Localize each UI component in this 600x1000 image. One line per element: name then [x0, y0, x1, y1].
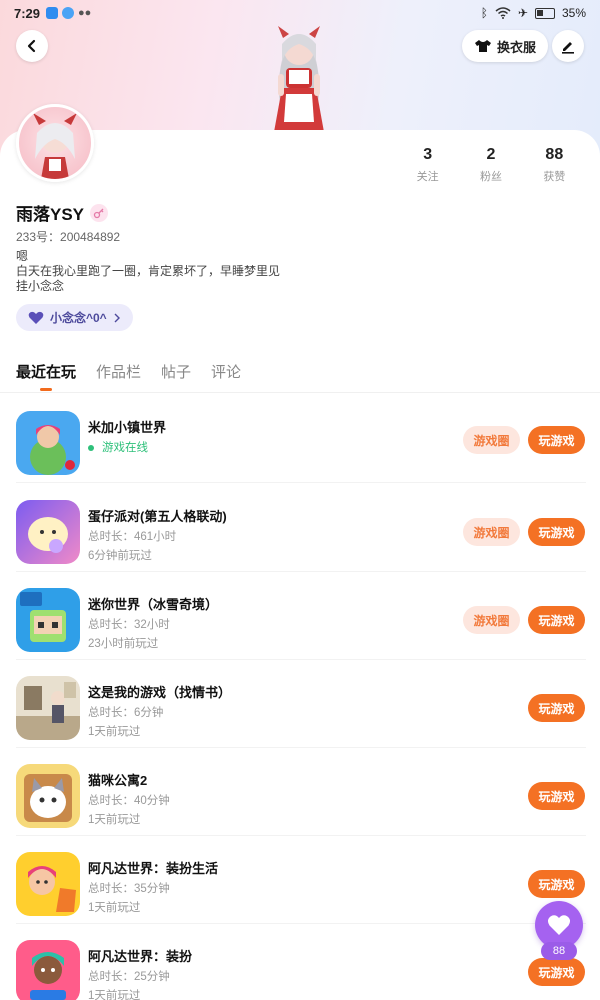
game-title: 米加小镇世界: [88, 420, 167, 435]
avatar-image: [33, 113, 77, 179]
key-icon: [93, 208, 104, 218]
airplane-icon: ✈: [517, 6, 528, 20]
stat-label: 关注: [416, 171, 439, 183]
change-outfit-button[interactable]: 换衣服: [462, 30, 549, 62]
game-last-played: 1天前玩过: [88, 902, 141, 914]
divider: [0, 392, 600, 393]
heart-icon: [547, 915, 571, 935]
3d-avatar-figure: [274, 26, 324, 132]
heart-icon: [28, 311, 44, 324]
game-title: 这是我的游戏（找情书）: [88, 685, 232, 700]
stat-likes[interactable]: 88 获赞: [523, 146, 586, 184]
stat-number: 3: [423, 146, 433, 163]
game-last-played: 6分钟前玩过: [88, 550, 152, 562]
status-time: 7:29: [14, 5, 41, 21]
game-icon: [16, 676, 80, 740]
play-game-button[interactable]: 玩游戏: [528, 870, 585, 898]
chevron-right-icon: [114, 313, 120, 322]
game-icon: [16, 588, 80, 652]
game-playtime: 总时长：6分钟: [88, 707, 164, 719]
chevron-left-icon: [27, 39, 36, 53]
game-icon: [16, 764, 80, 828]
game-last-played: 23小时前玩过: [88, 638, 159, 650]
wechat-icon: ●●: [78, 7, 92, 19]
notification-app-icon: [62, 7, 75, 19]
game-row[interactable]: 阿凡达世界：装扮生活 总时长：35分钟 1天前玩过 玩游戏: [16, 836, 586, 924]
tshirt-icon: [475, 40, 491, 52]
play-game-button[interactable]: 玩游戏: [528, 606, 585, 634]
game-row[interactable]: 阿凡达世界：装扮 总时长：25分钟 1天前玩过 玩游戏: [16, 924, 586, 1000]
game-title: 阿凡达世界：装扮生活: [88, 861, 219, 876]
online-dot-icon: [88, 444, 94, 451]
bio: 嗯 白天在我心里跑了一圈，肯定累坏了，早睡梦里见 挂小念念: [16, 249, 280, 294]
battery-icon: [534, 7, 555, 19]
game-playtime: 总时长：35分钟: [88, 883, 170, 895]
pencil-icon: [562, 42, 574, 54]
tab-posts[interactable]: 帖子: [161, 361, 191, 391]
tab-comments[interactable]: 评论: [211, 361, 241, 391]
game-row[interactable]: 猫咪公寓2 总时长：40分钟 1天前玩过 玩游戏: [16, 748, 586, 836]
game-status-text: 游戏在线: [102, 442, 148, 454]
game-icon: [16, 852, 80, 916]
battery-percent: 35%: [561, 6, 586, 20]
stat-label: 粉丝: [479, 171, 502, 183]
game-playtime: 总时长：461小时: [88, 531, 177, 543]
play-game-button[interactable]: 玩游戏: [528, 694, 585, 722]
edit-profile-button[interactable]: [552, 30, 584, 62]
notification-app-icon: [46, 7, 59, 19]
like-count-badge: 88: [541, 942, 577, 960]
stat-number: 2: [486, 146, 496, 163]
game-circle-button[interactable]: 游戏圈: [463, 426, 520, 454]
fan-club-label: 小念念^0^: [50, 311, 107, 325]
username-row: 雨落YSY: [16, 200, 109, 225]
avatar[interactable]: [16, 104, 94, 182]
game-title: 迷你世界（冰雪奇境）: [88, 597, 219, 612]
tab-works[interactable]: 作品栏: [96, 361, 141, 391]
game-row[interactable]: 这是我的游戏（找情书） 总时长：6分钟 1天前玩过 玩游戏: [16, 660, 586, 748]
game-playtime: 总时长：40分钟: [88, 795, 170, 807]
fan-club-pill[interactable]: 小念念^0^: [16, 304, 133, 331]
stat-label: 获赞: [543, 171, 566, 183]
game-last-played: 1天前玩过: [88, 726, 141, 738]
bio-line: 挂小念念: [16, 279, 65, 293]
profile-tabs: 最近在玩 作品栏 帖子 评论: [16, 361, 241, 391]
game-row[interactable]: 米加小镇世界 游戏在线 游戏圈 玩游戏: [16, 395, 586, 483]
game-title: 猫咪公寓2: [88, 773, 148, 788]
username: 雨落YSY: [16, 205, 85, 224]
profile-stats: 3 关注 2 粉丝 88 获赞: [396, 146, 586, 184]
game-last-played: 1天前玩过: [88, 814, 141, 826]
game-playtime: 总时长：32小时: [88, 619, 170, 631]
game-circle-button[interactable]: 游戏圈: [463, 606, 520, 634]
game-icon: [16, 411, 80, 475]
bluetooth-icon: ᛒ: [480, 6, 488, 20]
tab-recently-played[interactable]: 最近在玩: [16, 361, 76, 391]
wifi-icon: [495, 7, 511, 19]
stat-number: 88: [545, 146, 564, 163]
game-row[interactable]: 蛋仔派对(第五人格联动) 总时长：461小时 6分钟前玩过 游戏圈 玩游戏: [16, 484, 586, 572]
game-title: 蛋仔派对(第五人格联动): [88, 509, 227, 524]
stat-following[interactable]: 3 关注: [396, 146, 459, 184]
game-title: 阿凡达世界：装扮: [88, 949, 193, 964]
user-id: 233号：200484892: [16, 230, 121, 244]
play-game-button[interactable]: 玩游戏: [528, 426, 585, 454]
game-icon: [16, 940, 80, 1000]
play-game-button[interactable]: 玩游戏: [528, 518, 585, 546]
play-game-button[interactable]: 玩游戏: [528, 782, 585, 810]
game-circle-button[interactable]: 游戏圈: [463, 518, 520, 546]
game-last-played: 1天前玩过: [88, 990, 141, 1000]
change-outfit-label: 换衣服: [497, 39, 537, 55]
vip-badge-icon[interactable]: [90, 203, 109, 222]
play-game-button[interactable]: 玩游戏: [528, 958, 585, 986]
bio-line: 嗯: [16, 249, 29, 263]
game-playtime: 总时长：25分钟: [88, 971, 170, 983]
back-button[interactable]: [16, 30, 48, 62]
stat-followers[interactable]: 2 粉丝: [459, 146, 522, 184]
bio-line: 白天在我心里跑了一圈，肯定累坏了，早睡梦里见: [16, 264, 281, 278]
game-row[interactable]: 迷你世界（冰雪奇境） 总时长：32小时 23小时前玩过 游戏圈 玩游戏: [16, 572, 586, 660]
game-status: 游戏在线: [88, 439, 148, 455]
game-icon: [16, 500, 80, 564]
